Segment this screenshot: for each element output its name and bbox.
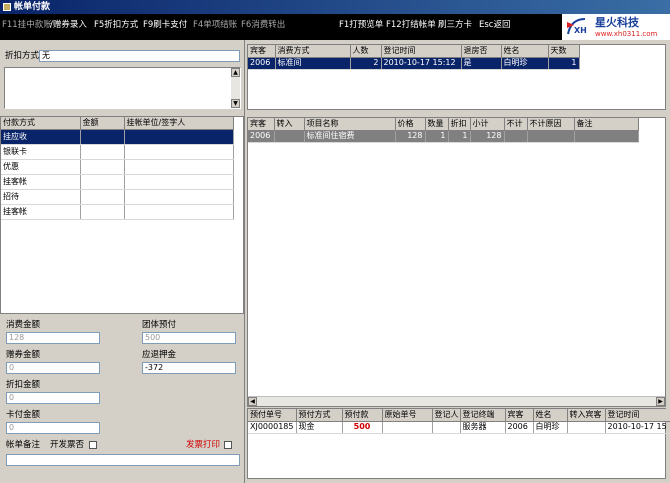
hotkey-f11-hold: F11挂中款账	[2, 20, 52, 30]
refund-deposit-label: 应退押金	[142, 350, 177, 360]
col-discount[interactable]: 折扣	[448, 118, 471, 131]
discount-field[interactable]: 无	[39, 50, 240, 62]
bill-remark-field[interactable]	[6, 454, 240, 466]
col-guest[interactable]: 宾客	[248, 45, 276, 58]
col-prepay-method[interactable]: 预付方式	[296, 409, 343, 422]
col-register-time[interactable]: 登记时间	[381, 45, 462, 58]
col-prepay-no[interactable]: 预付单号	[248, 409, 297, 422]
hotkey-third-party-card[interactable]: 刷三方卡	[438, 19, 472, 31]
card-amount-field: 0	[6, 422, 100, 434]
logo-brand-name: 星火科技	[595, 16, 639, 29]
col-days[interactable]: 天数	[548, 45, 580, 58]
items-hscrollbar[interactable]: ◀ ▶	[248, 396, 665, 406]
guest-row[interactable]: 2006 标准间 2 2010-10-17 15:12 是 白明珍 1	[248, 57, 580, 70]
item-row[interactable]: 2006 标准间住宿费 128 1 1 128	[248, 130, 639, 143]
discount-note-area[interactable]: ▲ ▼	[4, 67, 241, 109]
scroll-down-icon[interactable]: ▼	[231, 99, 240, 108]
col-name[interactable]: 姓名	[501, 45, 549, 58]
refund-deposit-field: -372	[142, 362, 236, 374]
hotkey-voucher[interactable]: /赠券录入	[50, 19, 87, 31]
invoice-flag-checkbox[interactable]	[89, 441, 97, 449]
items-grid: 宾客 转入 项目名称 价格 数量 折扣 小计 不计 不计原因 备注 2006 标…	[247, 117, 666, 407]
payment-row[interactable]: 招待	[1, 189, 234, 205]
discount-amount-field: 0	[6, 392, 100, 404]
col-guest[interactable]: 宾客	[248, 118, 275, 131]
logo-mark-icon: XH	[567, 18, 587, 35]
card-amount-label: 卡付金额	[6, 410, 41, 420]
svg-text:XH: XH	[574, 26, 587, 35]
col-payment-method[interactable]: 付款方式	[1, 117, 81, 130]
hotkey-f6-transfer: F6消费转出	[241, 20, 286, 30]
hotkey-f9-card[interactable]: F9刷卡支付	[143, 19, 187, 31]
col-price[interactable]: 价格	[395, 118, 426, 131]
col-guest[interactable]: 宾客	[505, 409, 534, 422]
col-amount[interactable]: 金额	[80, 117, 125, 130]
col-charge-unit[interactable]: 挂帐单位/签字人	[124, 117, 234, 130]
col-consume-type[interactable]: 消费方式	[275, 45, 351, 58]
hotkey-f12-print[interactable]: F12打结帐单	[386, 19, 436, 31]
col-exclude[interactable]: 不计	[504, 118, 528, 131]
invoice-print-label: 发票打印	[186, 440, 221, 450]
col-item-name[interactable]: 项目名称	[304, 118, 396, 131]
col-remark[interactable]: 备注	[574, 118, 639, 131]
payment-row[interactable]: 挂客帐	[1, 174, 234, 190]
window-title: 帐单付款	[14, 2, 51, 12]
col-qty[interactable]: 数量	[425, 118, 449, 131]
payment-row[interactable]: 优惠	[1, 159, 234, 175]
payment-grid: 付款方式 金额 挂帐单位/签字人 挂应收 银联卡 优惠 挂客帐 招待 挂客帐	[0, 116, 244, 314]
discount-amount-label: 折扣金额	[6, 380, 41, 390]
guest-grid: 宾客 消费方式 人数 登记时间 退房否 姓名 天数 2006 标准间 2 201…	[247, 44, 666, 110]
invoice-print-checkbox[interactable]	[224, 441, 232, 449]
discount-label: 折扣方式	[5, 51, 40, 61]
scroll-up-icon[interactable]: ▲	[231, 68, 240, 77]
col-checkout[interactable]: 退房否	[461, 45, 502, 58]
payment-row[interactable]: 银联卡	[1, 144, 234, 160]
group-prepay-label: 团体预付	[142, 320, 177, 330]
bill-remark-label: 帐单备注	[6, 440, 41, 450]
col-prepay-amount[interactable]: 预付款	[342, 409, 383, 422]
voucher-amount-field: 0	[6, 362, 100, 374]
col-people[interactable]: 人数	[350, 45, 382, 58]
note-scrollbar[interactable]: ▲ ▼	[231, 68, 240, 108]
prepay-grid: 预付单号 预付方式 预付款 原始单号 登记人 登记终端 宾客 姓名 转入宾客 登…	[247, 408, 670, 479]
col-registrar[interactable]: 登记人	[432, 409, 461, 422]
voucher-amount-label: 赠券金额	[6, 350, 41, 360]
payment-row[interactable]: 挂应收	[1, 129, 234, 145]
hotkey-f5-discount[interactable]: F5折扣方式	[94, 19, 138, 31]
group-prepay-field: 500	[142, 332, 236, 344]
hotkey-f1-preview[interactable]: F1打预览单	[339, 19, 383, 31]
col-terminal[interactable]: 登记终端	[460, 409, 506, 422]
prepay-row[interactable]: XJ0000185 现金 500 服务器 2006 白明珍 2010-10-17…	[248, 421, 670, 434]
consume-amount-field: 128	[6, 332, 100, 344]
col-original-no[interactable]: 原始单号	[382, 409, 433, 422]
payment-row[interactable]: 挂客帐	[1, 204, 234, 220]
col-subtotal[interactable]: 小计	[470, 118, 505, 131]
hotkey-esc-back[interactable]: Esc返回	[479, 19, 510, 31]
brand-logo: XH 星火科技 www.xh0311.com	[562, 14, 670, 40]
title-bar: 帐单付款	[0, 0, 670, 14]
col-transfer[interactable]: 转入	[274, 118, 305, 131]
app-icon	[3, 3, 11, 11]
invoice-flag-label: 开发票否	[50, 440, 85, 450]
col-exclude-reason[interactable]: 不计原因	[527, 118, 575, 131]
col-name[interactable]: 姓名	[533, 409, 568, 422]
consume-amount-label: 消费金额	[6, 320, 41, 330]
hotkey-f4-item-settle: F4单项结账	[193, 20, 238, 30]
col-transfer-guest[interactable]: 转入宾客	[567, 409, 606, 422]
logo-url: www.xh0311.com	[595, 30, 658, 38]
scroll-left-icon[interactable]: ◀	[248, 397, 257, 406]
scroll-right-icon[interactable]: ▶	[656, 397, 665, 406]
col-register-time[interactable]: 登记时间	[605, 409, 670, 422]
